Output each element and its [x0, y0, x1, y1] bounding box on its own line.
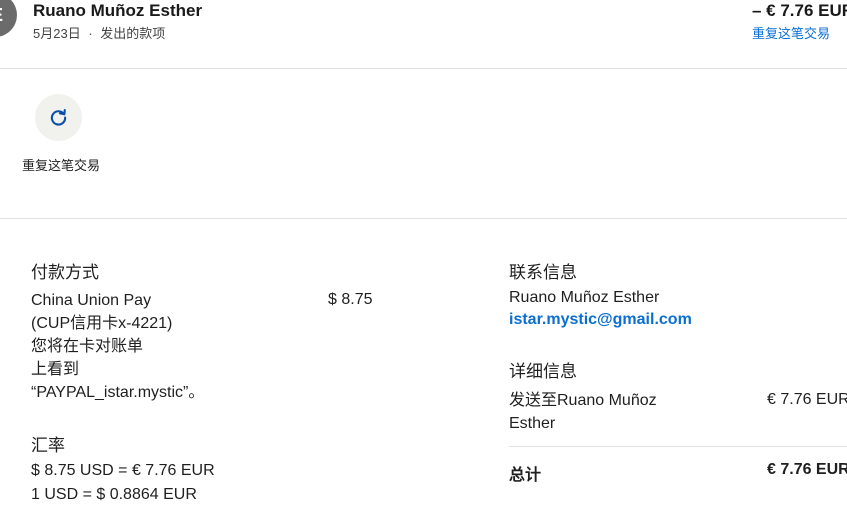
details-title: 详细信息: [509, 362, 577, 381]
details-amount: € 7.76 EUR: [767, 391, 847, 408]
transaction-details-page: E Ruano Muñoz Esther 5月23日 · 发出的款项 – € 7…: [0, 0, 847, 515]
avatar: E: [0, 0, 17, 37]
exchange-rate-line: $ 8.75 USD = € 7.76 EUR: [31, 462, 215, 479]
exchange-rate-unit-line: 1 USD = $ 0.8864 EUR: [31, 486, 197, 503]
payment-method-line: China Union Pay: [31, 292, 152, 309]
details-recipient: 发送至Ruano Muñoz Esther: [509, 389, 657, 435]
total-label: 总计: [509, 467, 542, 484]
transaction-amount: – € 7.76 EUR: [752, 1, 847, 20]
total-amount: € 7.76 EUR: [767, 461, 847, 478]
details-recipient-line: 发送至Ruano Muñoz: [509, 392, 657, 409]
transaction-header: E Ruano Muñoz Esther 5月23日 · 发出的款项 – € 7…: [0, 0, 847, 69]
payment-method-title: 付款方式: [31, 263, 99, 282]
contact-email-link[interactable]: istar.mystic@gmail.com: [509, 311, 692, 329]
contact-name: Ruano Muñoz Esther: [509, 289, 660, 306]
payment-method-line: (CUP信用卡x-4221): [31, 315, 173, 332]
transaction-type: 发出的款项: [100, 26, 166, 41]
transaction-subline: 5月23日 · 发出的款项: [33, 23, 165, 42]
payment-method-details: China Union Pay (CUP信用卡x-4221) 您将在卡对账单 上…: [31, 289, 204, 404]
payment-method-line: 上看到: [31, 361, 80, 378]
repeat-transaction-label[interactable]: 重复这笔交易: [22, 157, 100, 175]
separator-dot: ·: [88, 26, 93, 41]
repeat-transaction-link[interactable]: 重复这笔交易: [752, 23, 830, 42]
payment-method-line: “PAYPAL_istar.mystic”。: [31, 384, 205, 401]
payment-method-line: 您将在卡对账单: [31, 338, 144, 355]
transaction-date: 5月23日: [33, 26, 81, 41]
payment-method-amount: $ 8.75: [328, 291, 373, 308]
details-recipient-line: Esther: [509, 415, 556, 432]
contact-info-title: 联系信息: [509, 263, 577, 282]
exchange-rate-title: 汇率: [31, 436, 65, 455]
recipient-name: Ruano Muñoz Esther: [33, 1, 203, 20]
details-divider: [509, 446, 847, 447]
repeat-transaction-button[interactable]: [35, 94, 82, 141]
refresh-icon: [50, 109, 67, 126]
action-area: 重复这笔交易: [0, 69, 847, 219]
